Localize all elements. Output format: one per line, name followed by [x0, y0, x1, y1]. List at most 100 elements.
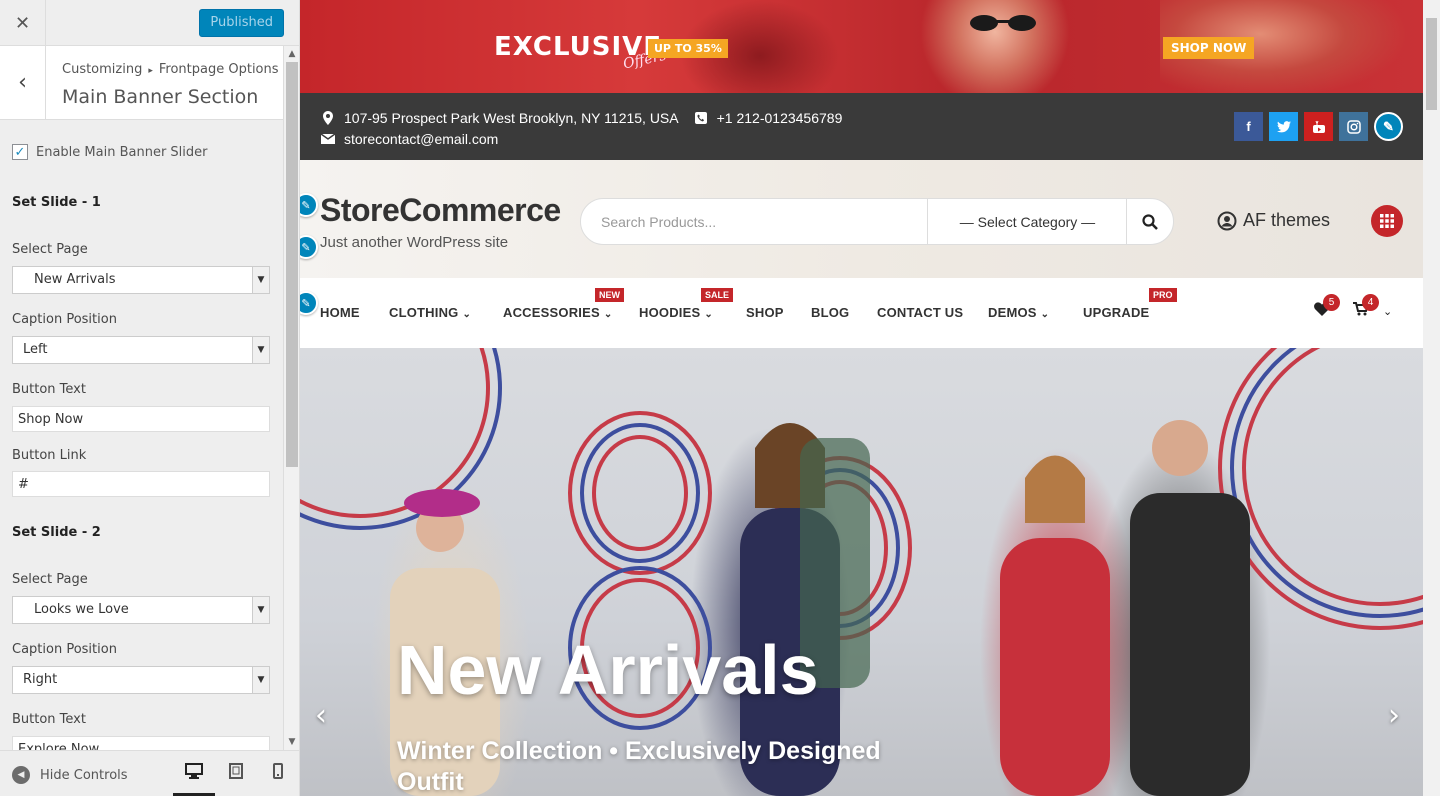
edit-pencil-icon[interactable]: ✎	[300, 235, 318, 259]
site-title[interactable]: StoreCommerce	[320, 192, 561, 229]
cart-link[interactable]: 4 ⌄	[1353, 294, 1392, 320]
slide-1-caption-position-select[interactable]: Left ▼	[12, 336, 270, 364]
slide-1-caption-position-label: Caption Position	[12, 312, 117, 327]
nav-item-hoodies[interactable]: HOODIES ⌄	[639, 305, 713, 320]
nav-item-label: CONTACT US	[877, 305, 964, 320]
nav-item-clothing[interactable]: CLOTHING ⌄	[389, 305, 471, 320]
cart-icon: 4	[1353, 294, 1379, 320]
enable-slider-control[interactable]: ✓ Enable Main Banner Slider	[12, 144, 208, 160]
sidebar-scrollbar[interactable]: ▲ ▼	[283, 46, 299, 750]
nav-item-label: ACCESSORIES	[503, 305, 600, 320]
phone-text[interactable]: +1 212-0123456789	[717, 110, 843, 126]
pro-badge: PRO	[1149, 288, 1177, 302]
edit-pencil-icon[interactable]: ✎	[300, 193, 318, 217]
phone-icon	[693, 112, 709, 124]
slide-2-select-page[interactable]: Looks we Love ▼	[12, 596, 270, 624]
nav-item-label: SHOP	[746, 305, 784, 320]
chevron-down-icon: ⌄	[704, 309, 713, 320]
promo-discount-badge: UP TO 35%	[648, 39, 728, 58]
breadcrumb-parent: Frontpage Options	[158, 62, 279, 77]
slide-2-select-page-value: Looks we Love	[34, 602, 129, 617]
promo-banner[interactable]: EXCLUSIVE Offers UP TO 35% SHOP NOW	[300, 0, 1423, 93]
chevron-right-icon[interactable]: ›	[1388, 698, 1400, 733]
grid-menu-icon[interactable]	[1371, 205, 1403, 237]
edit-pencil-icon[interactable]: ✎	[300, 291, 318, 315]
category-select[interactable]: — Select Category —	[927, 199, 1127, 244]
slide-1-button-text-input[interactable]	[12, 406, 270, 432]
sunglasses-graphic	[970, 15, 1036, 31]
chevron-down-icon: ⌄	[462, 309, 472, 320]
customizer-sidebar: ✕ Published ‹ Customizing ▸ Frontpage Opti…	[0, 0, 300, 796]
page-scrollbar[interactable]	[1423, 0, 1440, 796]
slide-1-select-page[interactable]: New Arrivals ▼	[12, 266, 270, 294]
slide-1-heading: Set Slide - 1	[12, 195, 101, 210]
slide-1-caption-position-value: Left	[23, 342, 48, 357]
chevron-down-icon: ▼	[252, 667, 269, 693]
banner-subtitle: Winter Collection • Exclusively Designed…	[397, 737, 881, 796]
chevron-down-icon: ⌄	[603, 309, 613, 320]
tablet-icon[interactable]	[215, 763, 257, 796]
nav-item-label: BLOG	[811, 305, 850, 320]
customizer-footer: ◀ Hide Controls	[0, 750, 299, 796]
nav-item-contact-us[interactable]: CONTACT US	[877, 305, 963, 320]
scrollbar-thumb[interactable]	[286, 62, 298, 467]
enable-slider-checkbox[interactable]: ✓	[12, 144, 28, 160]
youtube-icon[interactable]	[1304, 112, 1333, 141]
nav-item-label: DEMOS	[988, 305, 1037, 320]
new-badge: NEW	[595, 288, 624, 302]
facebook-icon[interactable]: f	[1234, 112, 1263, 141]
nav-item-accessories[interactable]: ACCESSORIES ⌄	[503, 305, 612, 320]
breadcrumb-separator-icon: ▸	[148, 66, 153, 76]
slide-1-button-text-label: Button Text	[12, 382, 86, 397]
scroll-up-icon[interactable]: ▲	[284, 46, 299, 62]
slide-1-button-link-label: Button Link	[12, 448, 87, 463]
nav-item-label: HOME	[320, 305, 360, 320]
instagram-icon[interactable]	[1339, 112, 1368, 141]
nav-item-demos[interactable]: DEMOS ⌄	[988, 305, 1049, 320]
top-bar: 107-95 Prospect Park West Brooklyn, NY 1…	[300, 93, 1423, 160]
account-label: AF themes	[1243, 210, 1331, 230]
chevron-down-icon: ⌄	[1040, 309, 1050, 320]
product-search: — Select Category —	[580, 198, 1174, 245]
slide-1-button-link-input[interactable]	[12, 471, 270, 497]
section-title: Main Banner Section	[62, 86, 259, 108]
desktop-icon[interactable]	[173, 763, 215, 796]
search-icon[interactable]	[1126, 199, 1173, 244]
slide-2-caption-position-select[interactable]: Right ▼	[12, 666, 270, 694]
banner-background-graphics	[300, 348, 1423, 796]
hide-controls-button[interactable]: ◀ Hide Controls	[12, 766, 128, 784]
nav-item-shop[interactable]: SHOP	[746, 305, 784, 320]
email-text[interactable]: storecontact@email.com	[344, 131, 498, 147]
account-link[interactable]: AF themes	[1217, 210, 1330, 231]
section-header: ‹ Customizing ▸ Frontpage Options Main Ban…	[0, 46, 283, 120]
controls-panel: ✓ Enable Main Banner Slider Set Slide - …	[0, 120, 283, 750]
cart-count: 4	[1362, 294, 1379, 311]
customizer-header: ✕ Published	[0, 0, 299, 46]
close-icon[interactable]: ✕	[0, 0, 46, 46]
page-scrollbar-thumb[interactable]	[1426, 18, 1437, 110]
slide-2-button-text-input[interactable]	[12, 736, 270, 750]
heart-icon: 5	[1314, 294, 1340, 320]
slide-2-button-text-label: Button Text	[12, 712, 86, 727]
chevron-down-icon: ▼	[252, 337, 269, 363]
chevron-down-icon: ▼	[252, 597, 269, 623]
wishlist-link[interactable]: 5	[1314, 294, 1340, 320]
promo-shop-now-button[interactable]: SHOP NOW	[1163, 37, 1255, 59]
twitter-icon[interactable]	[1269, 112, 1298, 141]
chevron-left-icon[interactable]: ‹	[315, 698, 327, 733]
scroll-down-icon[interactable]: ▼	[284, 734, 299, 750]
mobile-icon[interactable]	[257, 763, 299, 796]
envelope-icon	[320, 134, 336, 144]
search-input[interactable]	[581, 199, 927, 244]
nav-item-blog[interactable]: BLOG	[811, 305, 849, 320]
site-tagline: Just another WordPress site	[320, 234, 509, 251]
sale-badge: SALE	[701, 288, 734, 302]
back-icon[interactable]: ‹	[0, 46, 46, 119]
nav-item-upgrade[interactable]: UPGRADE	[1083, 305, 1149, 320]
social-links: f ✎	[1228, 112, 1403, 141]
nav-item-home[interactable]: HOME	[320, 305, 360, 320]
publish-button[interactable]: Published	[199, 9, 284, 37]
edit-pencil-icon[interactable]: ✎	[1374, 112, 1403, 141]
user-icon	[1217, 211, 1237, 230]
collapse-icon: ◀	[12, 766, 30, 784]
